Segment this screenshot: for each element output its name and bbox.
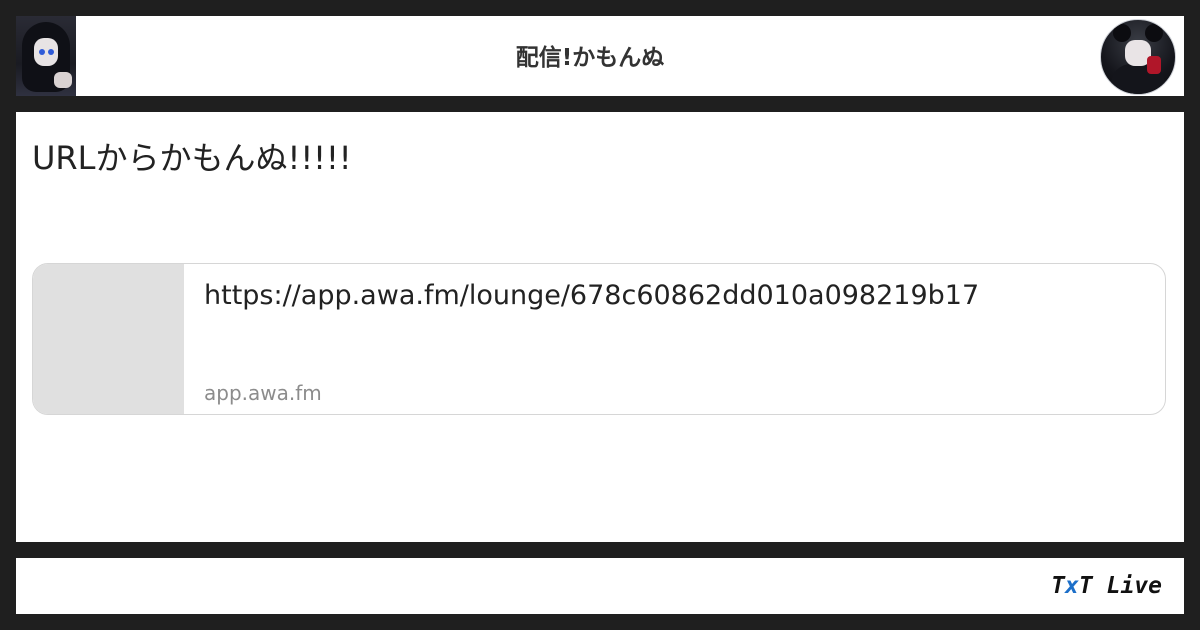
avatar-red-accent (1147, 56, 1161, 74)
page-title: 配信!かもんぬ (515, 45, 665, 71)
brand-live: Live (1092, 573, 1162, 599)
user-avatar[interactable] (1100, 19, 1176, 95)
brand-letter-x: x (1065, 573, 1079, 599)
footer: TxT Live (16, 558, 1184, 614)
thumbnail-face (34, 38, 58, 66)
thumbnail-eye-left (39, 49, 45, 55)
avatar-ear-right (1145, 24, 1163, 42)
brand-letter-t2: T (1078, 573, 1093, 599)
account-thumbnail-image[interactable] (16, 16, 76, 96)
post-text: URLからかもんぬ!!!!! (32, 139, 352, 177)
brand-logo[interactable]: TxT Live (1051, 572, 1162, 600)
link-preview-card[interactable]: https://app.awa.fm/lounge/678c60862dd010… (32, 263, 1166, 415)
thumbnail-eye-right (48, 49, 54, 55)
link-preview-thumbnail (33, 264, 184, 414)
thumbnail-hand (54, 72, 72, 88)
post-panel: URLからかもんぬ!!!!! https://app.awa.fm/lounge… (16, 112, 1184, 542)
avatar-ear-left (1113, 24, 1131, 42)
brand-letter-t1: T (1051, 573, 1066, 599)
link-preview-url[interactable]: https://app.awa.fm/lounge/678c60862dd010… (204, 278, 979, 314)
header: 配信!かもんぬ (16, 16, 1184, 96)
link-preview-domain: app.awa.fm (204, 381, 322, 405)
